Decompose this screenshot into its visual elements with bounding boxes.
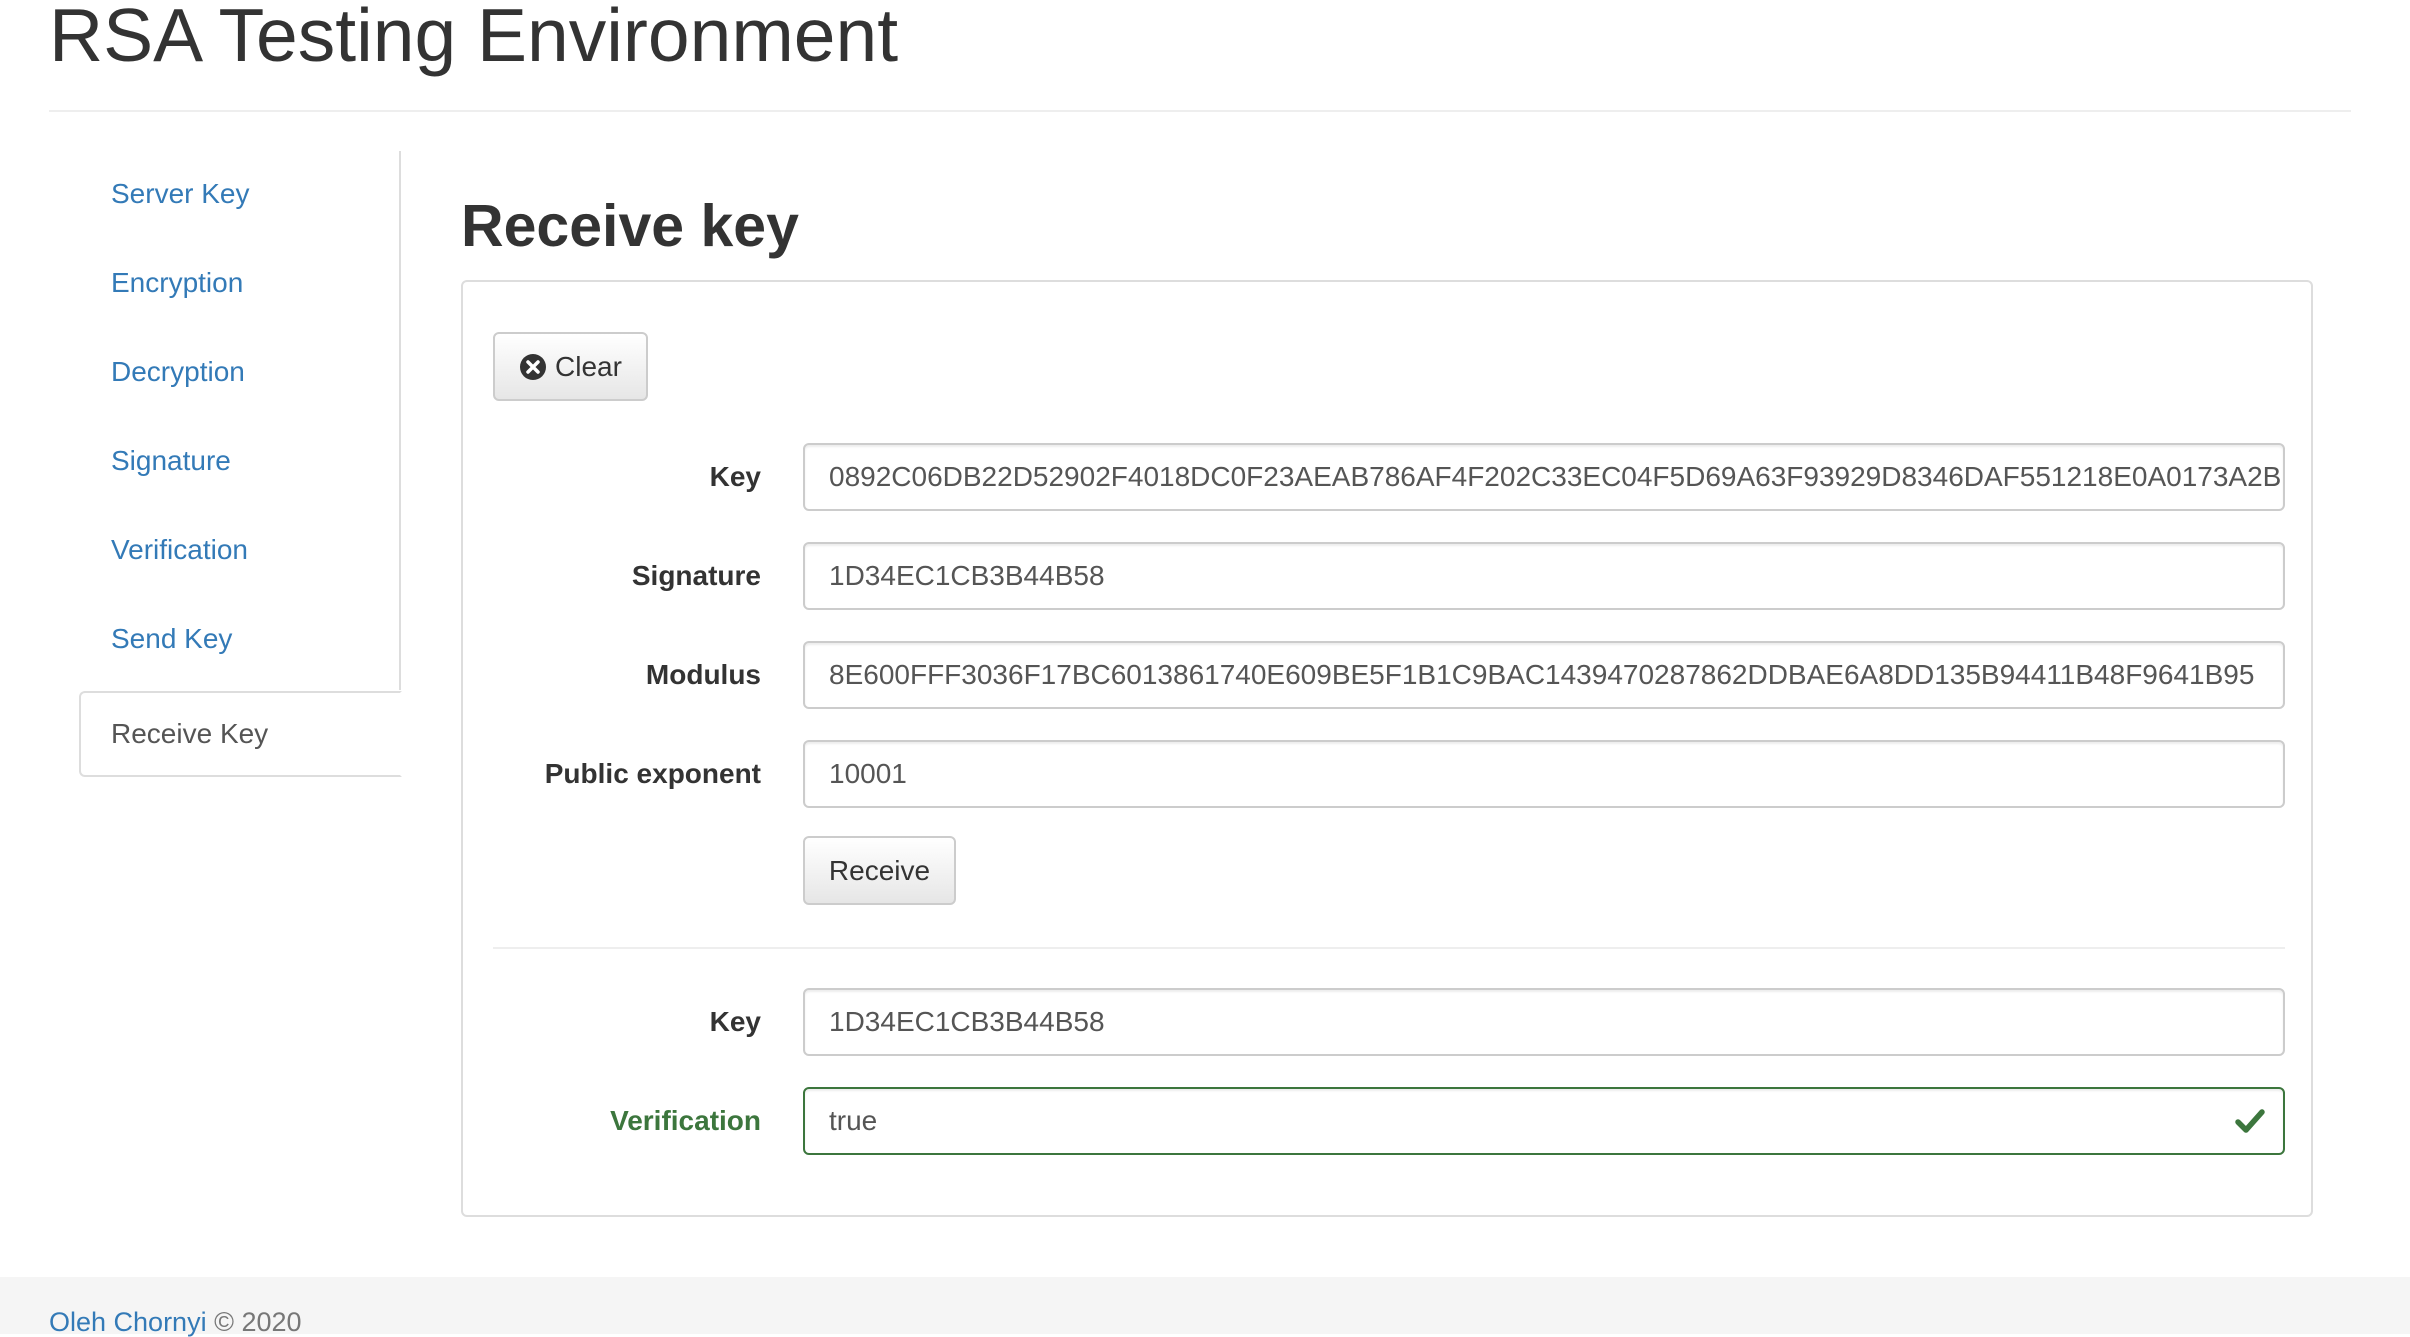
sidebar-item-signature[interactable]: Signature [79,418,400,504]
public-exponent-label: Public exponent [544,758,761,789]
verification-label: Verification [610,1105,761,1136]
sidebar-nav: Server Key Encryption Decryption Signatu… [79,151,402,778]
result-key-input[interactable]: 1D34EC1CB3B44B58 [803,988,2285,1056]
signature-input[interactable]: 1D34EC1CB3B44B58 [803,542,2285,610]
result-key-label: Key [709,1006,761,1037]
clear-button-label: Clear [555,350,622,382]
section-title: Receive key [461,193,799,259]
sidebar-item-send-key[interactable]: Send Key [79,596,400,682]
author-link[interactable]: Oleh Chornyi [49,1307,207,1337]
signature-label: Signature [631,560,761,591]
app-title: RSA Testing Environment [49,0,899,77]
sidebar-item-verification[interactable]: Verification [79,507,400,593]
receive-button[interactable]: Receive [803,836,956,905]
form-divider [493,947,2285,949]
sidebar-item-server-key[interactable]: Server Key [79,151,400,237]
key-input[interactable]: 0892C06DB22D52902F4018DC0F23AEAB786AF4F2… [803,443,2285,511]
verification-input[interactable]: true [803,1087,2285,1155]
verification-value: true [829,1105,878,1136]
footer-text: Oleh Chornyi © 2020 [49,1307,302,1337]
copyright-text: © 2020 [214,1307,302,1337]
public-exponent-input[interactable]: 10001 [803,740,2285,808]
checkmark-icon [2235,1109,2265,1133]
modulus-label: Modulus [645,659,761,690]
page-header: RSA Testing Environment [49,0,2351,112]
sidebar-item-encryption[interactable]: Encryption [79,240,400,326]
sidebar-item-receive-key[interactable]: Receive Key [79,691,402,777]
times-circle-icon [520,353,547,380]
clear-button[interactable]: Clear [493,332,648,401]
modulus-input[interactable]: 8E600FFF3036F17BC6013861740E609BE5F1B1C9… [803,641,2285,709]
key-label: Key [709,461,761,492]
sidebar-item-decryption[interactable]: Decryption [79,329,400,415]
receive-key-panel: Clear Key 0892C06DB22D52902F4018DC0F23AE… [461,280,2313,1217]
footer: Oleh Chornyi © 2020 [0,1277,2410,1337]
